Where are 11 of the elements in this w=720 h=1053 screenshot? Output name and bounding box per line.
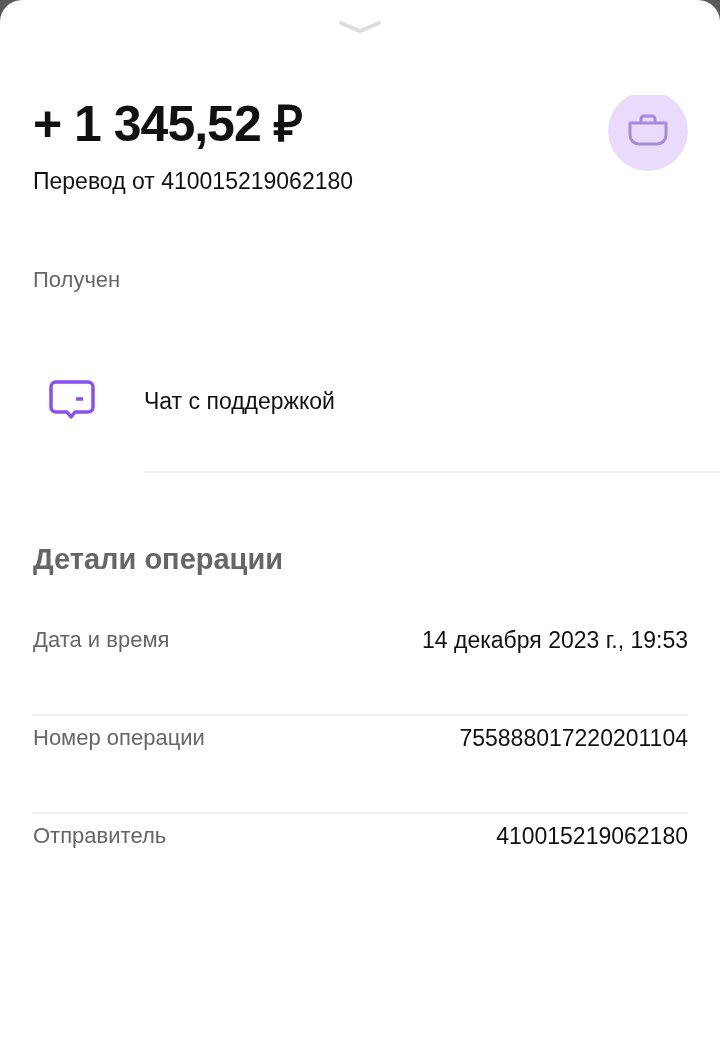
amount: + 1 345,52 ₽ bbox=[33, 96, 303, 152]
detail-label: Дата и время bbox=[33, 627, 170, 653]
transfer-description: Перевод от 410015219062180 bbox=[33, 168, 354, 195]
detail-value: 14 декабря 2023 г., 19:53 bbox=[422, 626, 688, 654]
support-chat-link[interactable]: Чат с поддержкой bbox=[144, 387, 335, 415]
section-title: Детали операции bbox=[32, 542, 285, 577]
detail-label: Отправитель bbox=[33, 823, 167, 849]
detail-label: Номер операции bbox=[33, 725, 205, 751]
detail-value: 410015219062180 bbox=[496, 822, 688, 850]
detail-value: 755888017220201104 bbox=[459, 724, 688, 752]
status-text: Получен bbox=[32, 266, 122, 293]
